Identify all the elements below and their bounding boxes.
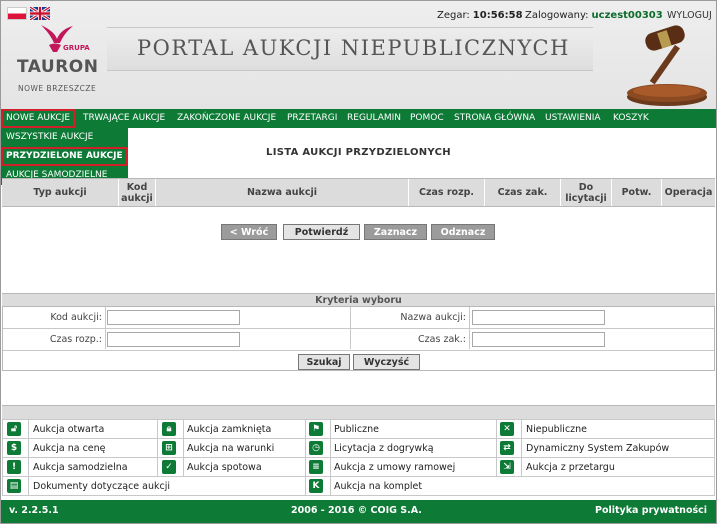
page-frame: GRUPA TAURON NOWE BRZESZCZE Zegar: 10:56:… <box>0 0 717 524</box>
legend-aukcja-spotowa: Aukcja spotowa <box>187 462 262 473</box>
legend-header <box>2 405 715 420</box>
banner-title: PORTAL AUKCJI NIEPUBLICZNYCH <box>137 36 570 60</box>
legend-aukcja-zamknieta: Aukcja zamknięta <box>187 424 272 435</box>
col-czas-zak[interactable]: Czas zak. <box>485 179 561 206</box>
legend-aukcja-na-warunki: Aukcja na warunki <box>187 443 275 454</box>
col-do-licytacji[interactable]: Do licytacji <box>561 179 612 206</box>
dps-icon: ⇄ <box>500 441 514 455</box>
legend-aukcja-samodzielna: Aukcja samodzielna <box>33 462 128 473</box>
unlock-icon: 🔓︎ <box>7 422 21 436</box>
header: GRUPA TAURON NOWE BRZESZCZE Zegar: 10:56:… <box>1 1 716 109</box>
legend-dokumenty: Dokumenty dotyczące aukcji <box>33 481 170 492</box>
col-kod-aukcji[interactable]: Kod aukcji <box>119 179 156 206</box>
english-flag-icon[interactable] <box>30 7 50 20</box>
dollar-icon: $ <box>7 441 21 455</box>
logout-link[interactable]: WYLOGUJ <box>667 10 712 21</box>
legend-dynamiczny-system-zakupow: Dynamiczny System Zakupów <box>526 443 670 454</box>
logged-user: Zalogowany: uczest00303 <box>525 10 663 21</box>
footer: v. 2.2.5.1 2006 - 2016 © COIG S.A. Polit… <box>1 500 716 523</box>
nav-strona-glowna[interactable]: STRONA GŁÓWNA <box>454 109 535 128</box>
clock: Zegar: 10:56:58 <box>437 10 523 21</box>
start-label: Czas rozp.: <box>49 334 102 345</box>
col-czas-rozp[interactable]: Czas rozp. <box>409 179 485 206</box>
tender-icon: ⇲ <box>500 460 514 474</box>
start-input[interactable] <box>107 332 240 347</box>
version: v. 2.2.5.1 <box>9 505 59 516</box>
criteria-box: Kod aukcji: Nazwa aukcji: Czas rozp.: Cz… <box>2 306 715 371</box>
x-icon: ✕ <box>500 422 514 436</box>
exclamation-icon: ! <box>7 460 21 474</box>
page-title: LISTA AUKCJI PRZYDZIELONYCH <box>266 147 451 158</box>
file-icon: ▤ <box>7 479 21 493</box>
privacy-link[interactable]: Polityka prywatności <box>595 505 707 516</box>
code-label: Kod aukcji: <box>50 312 102 323</box>
clock-value: 10:56:58 <box>472 10 523 21</box>
end-label: Czas zak.: <box>418 334 466 345</box>
flag-icon: ⚑ <box>309 422 323 436</box>
col-operacja[interactable]: Operacja <box>662 179 715 206</box>
nav-zakonczone-aukcje[interactable]: ZAKOŃCZONE AUKCJE <box>177 109 276 128</box>
logo-tagline: NOWE BRZESZCZE <box>18 84 97 93</box>
nav-przetargi[interactable]: PRZETARGI <box>287 109 337 128</box>
main-nav: NOWE AUKCJE TRWAJĄCE AUKCJE ZAKOŃCZONE A… <box>1 109 716 128</box>
username: uczest00303 <box>591 10 663 21</box>
legend-aukcja-na-komplet: Aukcja na komplet <box>334 481 423 492</box>
copyright: 2006 - 2016 © COIG S.A. <box>291 505 422 516</box>
logo-grupa: GRUPA <box>63 44 90 52</box>
nav-koszyk[interactable]: KOSZYK <box>613 109 649 128</box>
lock-icon: 🔒︎ <box>162 422 176 436</box>
document-icon: ≡ <box>309 460 323 474</box>
polish-flag-icon[interactable] <box>7 7 27 20</box>
code-input[interactable] <box>107 310 240 325</box>
logged-label: Zalogowany: <box>525 10 589 21</box>
clear-button[interactable]: Wyczyść <box>353 354 420 370</box>
legend-licytacja-z-dogrywka: Licytacja z dogrywką <box>334 443 434 454</box>
end-input[interactable] <box>472 332 605 347</box>
nav-nowe-aukcje[interactable]: NOWE AUKCJE <box>1 109 76 128</box>
tauron-logo: GRUPA TAURON NOWE BRZESZCZE <box>15 23 101 95</box>
legend-aukcja-otwarta: Aukcja otwarta <box>33 424 105 435</box>
criteria-title: Kryteria wyboru <box>2 293 715 307</box>
legend-niepubliczne: Niepubliczne <box>526 424 588 435</box>
search-button[interactable]: Szukaj <box>298 354 350 370</box>
select-all-button[interactable]: Zaznacz <box>364 224 427 240</box>
clock-icon: ◷ <box>309 441 323 455</box>
submenu-wszystkie-aukcje[interactable]: WSZYSTKIE AUKCJE <box>1 128 128 147</box>
legend: 🔓︎ Aukcja otwarta 🔒︎ Aukcja zamknięta ⚑ … <box>2 419 715 496</box>
legend-aukcja-z-przetargu: Aukcja z przetargu <box>526 462 615 473</box>
back-button[interactable]: < Wróć <box>221 224 277 240</box>
auction-table-header: Typ aukcji Kod aukcji Nazwa aukcji Czas … <box>2 178 715 207</box>
legend-aukcja-z-umowy-ramowej: Aukcja z umowy ramowej <box>334 462 456 473</box>
col-typ-aukcji[interactable]: Typ aukcji <box>2 179 119 206</box>
legend-publiczne: Publiczne <box>334 424 379 435</box>
legend-aukcja-na-cene: Aukcja na cenę <box>33 443 106 454</box>
col-potw[interactable]: Potw. <box>612 179 662 206</box>
name-label: Nazwa aukcji: <box>400 312 466 323</box>
k-icon: K <box>309 479 323 493</box>
confirm-button[interactable]: Potwierdź <box>283 224 360 240</box>
cart-icon: ⊞ <box>162 441 176 455</box>
clock-label: Zegar: <box>437 10 470 21</box>
name-input[interactable] <box>472 310 605 325</box>
nav-trwajace-aukcje[interactable]: TRWAJĄCE AUKCJE <box>83 109 165 128</box>
logo-name: TAURON <box>17 57 99 77</box>
nav-ustawienia[interactable]: USTAWIENIA <box>545 109 601 128</box>
deselect-all-button[interactable]: Odznacz <box>431 224 495 240</box>
banner: PORTAL AUKCJI NIEPUBLICZNYCH <box>107 27 593 71</box>
gavel-icon <box>627 25 707 106</box>
col-nazwa-aukcji[interactable]: Nazwa aukcji <box>156 179 409 206</box>
nav-regulamin[interactable]: REGULAMIN <box>347 109 401 128</box>
nav-pomoc[interactable]: POMOC <box>410 109 444 128</box>
check-circle-icon: ✓ <box>162 460 176 474</box>
